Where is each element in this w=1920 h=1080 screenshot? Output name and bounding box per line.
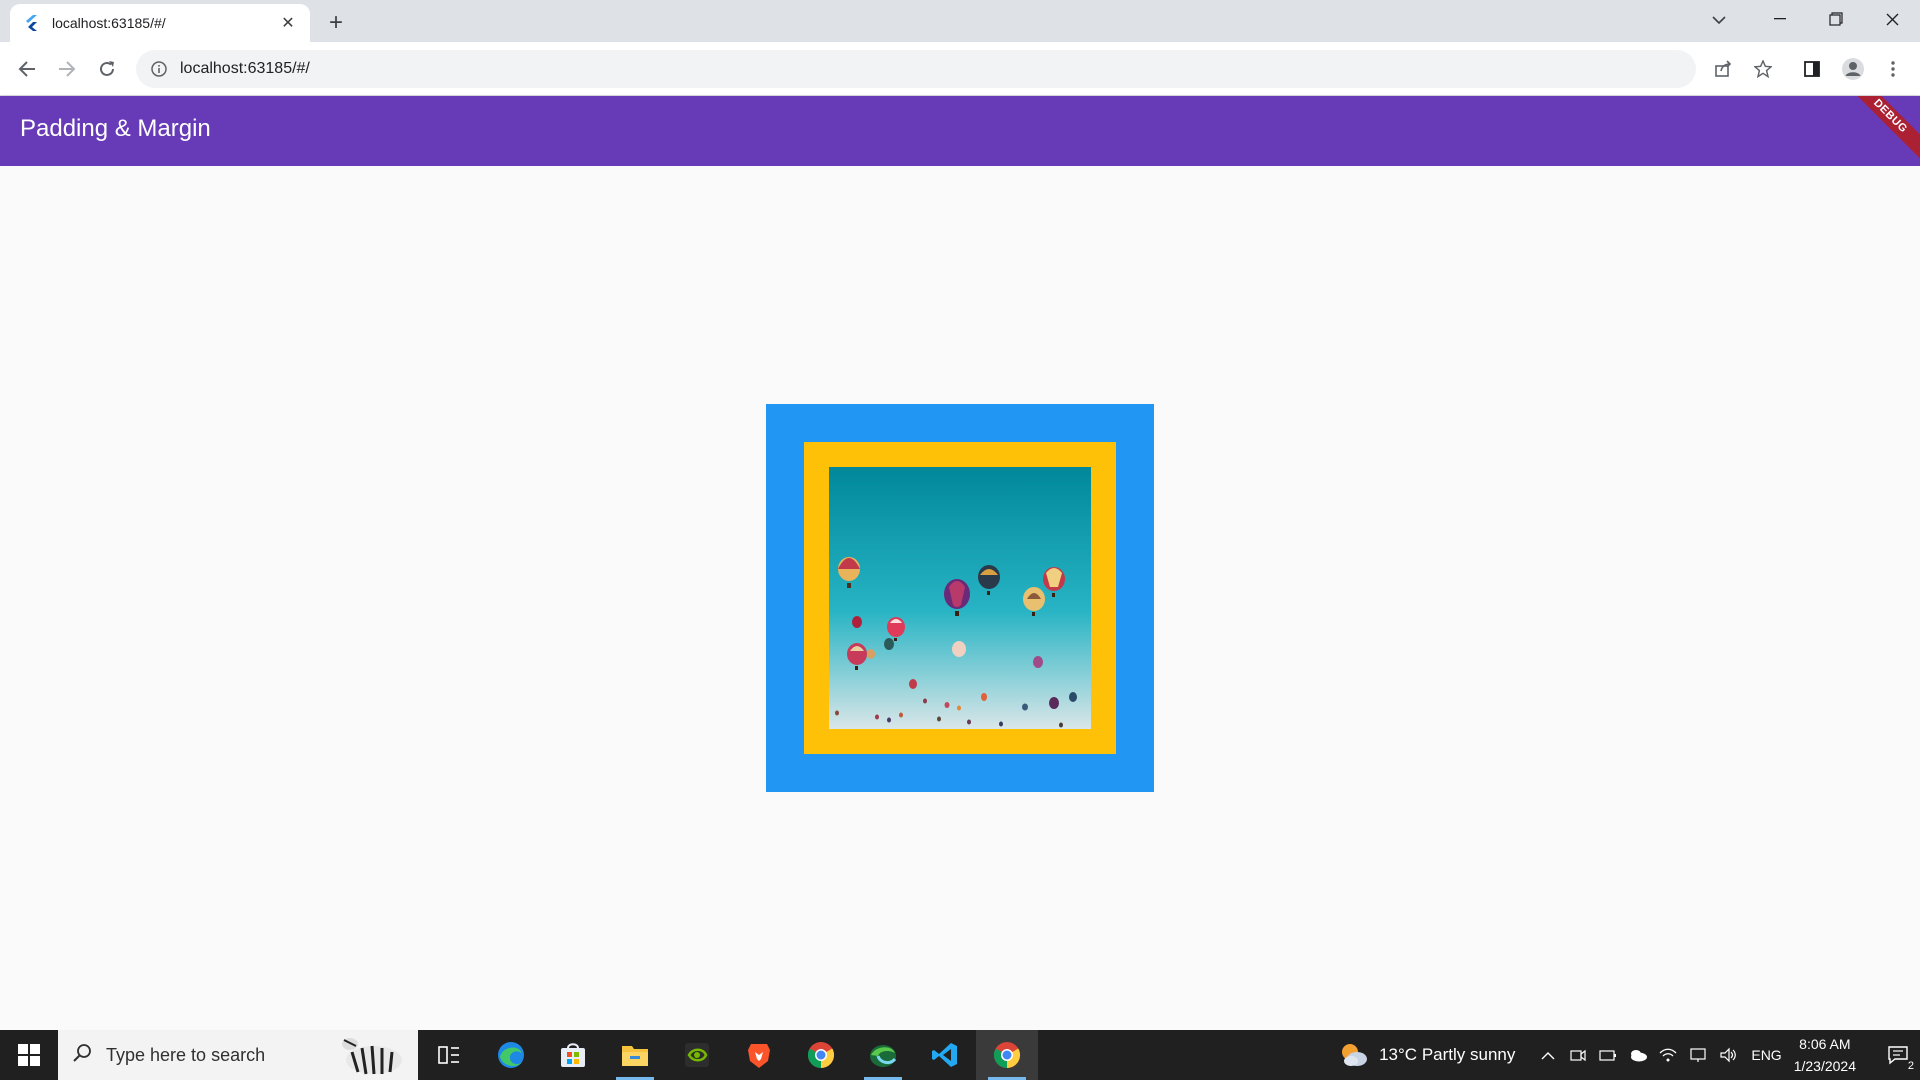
show-hidden-icons-icon[interactable]	[1533, 1030, 1563, 1080]
windows-taskbar: Type here to search 13°C Partly sunny EN…	[0, 1030, 1920, 1080]
maximize-icon[interactable]	[1808, 0, 1864, 38]
clock-time: 8:06 AM	[1799, 1036, 1851, 1052]
flutter-icon	[24, 15, 40, 31]
profile-icon[interactable]	[1838, 54, 1868, 84]
battery-icon[interactable]	[1593, 1030, 1623, 1080]
brave-icon[interactable]	[728, 1030, 790, 1080]
address-bar[interactable]: localhost:63185/#/	[136, 50, 1696, 88]
search-placeholder: Type here to search	[106, 1044, 266, 1065]
weather-temp: 13°C	[1379, 1045, 1418, 1064]
notification-icon[interactable]: 2	[1876, 1030, 1920, 1080]
meet-now-icon[interactable]	[1563, 1030, 1593, 1080]
file-explorer-icon[interactable]	[604, 1030, 666, 1080]
task-view-icon[interactable]	[418, 1030, 480, 1080]
volume-icon[interactable]	[1713, 1030, 1743, 1080]
search-icon	[72, 1043, 92, 1068]
debug-label: DEBUG	[1850, 96, 1920, 165]
wifi-icon[interactable]	[1653, 1030, 1683, 1080]
minimize-icon[interactable]	[1752, 0, 1808, 38]
language-indicator[interactable]: ENG	[1751, 1047, 1781, 1063]
hot-air-balloons-photo	[829, 467, 1091, 729]
clock[interactable]: 8:06 AM 1/23/2024	[1794, 1033, 1856, 1077]
weather-widget[interactable]: 13°C Partly sunny	[1339, 1040, 1515, 1070]
system-tray: 13°C Partly sunny ENG 8:06 AM 1/23/2024	[1339, 1030, 1920, 1080]
tab-strip: localhost:63185/#/ ✕ +	[0, 0, 1920, 42]
debug-banner: DEBUG	[1850, 96, 1920, 166]
store-icon[interactable]	[542, 1030, 604, 1080]
back-arrow-icon[interactable]	[12, 54, 42, 84]
onedrive-icon[interactable]	[1623, 1030, 1653, 1080]
reload-icon[interactable]	[92, 54, 122, 84]
app-bar: Padding & Margin	[0, 96, 1920, 166]
close-tab-icon[interactable]: ✕	[278, 13, 298, 33]
page-title: Padding & Margin	[20, 115, 211, 142]
forward-arrow-icon[interactable]	[52, 54, 82, 84]
network-icon[interactable]	[1683, 1030, 1713, 1080]
tab-search-icon[interactable]	[1705, 6, 1733, 34]
close-icon[interactable]	[1864, 0, 1920, 38]
chrome-icon[interactable]	[790, 1030, 852, 1080]
tab-title: localhost:63185/#/	[52, 15, 166, 31]
zebra-search-highlight-icon	[334, 1032, 414, 1078]
edge-dev-icon[interactable]	[852, 1030, 914, 1080]
vscode-icon[interactable]	[914, 1030, 976, 1080]
nvidia-icon[interactable]	[666, 1030, 728, 1080]
share-icon[interactable]	[1708, 54, 1738, 84]
taskbar-search-input[interactable]: Type here to search	[58, 1030, 418, 1080]
side-panel-icon[interactable]	[1797, 54, 1827, 84]
url-text: localhost:63185/#/	[180, 60, 310, 77]
window-controls	[1752, 0, 1920, 38]
app-body	[0, 166, 1920, 1030]
browser-tab[interactable]: localhost:63185/#/ ✕	[10, 4, 310, 42]
notification-count: 2	[1907, 1060, 1914, 1072]
clock-date: 1/23/2024	[1793, 1058, 1856, 1074]
windows-start-icon[interactable]	[0, 1030, 58, 1080]
chrome-active-icon[interactable]	[976, 1030, 1038, 1080]
browser-toolbar: localhost:63185/#/	[0, 42, 1920, 96]
edge-icon[interactable]	[480, 1030, 542, 1080]
new-tab-icon[interactable]: +	[322, 9, 350, 37]
more-vert-icon[interactable]	[1878, 54, 1908, 84]
weather-condition: Partly sunny	[1421, 1045, 1516, 1064]
star-icon[interactable]	[1748, 54, 1778, 84]
padding-container	[804, 442, 1116, 754]
margin-container	[766, 404, 1154, 792]
info-icon[interactable]	[150, 60, 168, 78]
partly-sunny-icon	[1339, 1040, 1369, 1070]
